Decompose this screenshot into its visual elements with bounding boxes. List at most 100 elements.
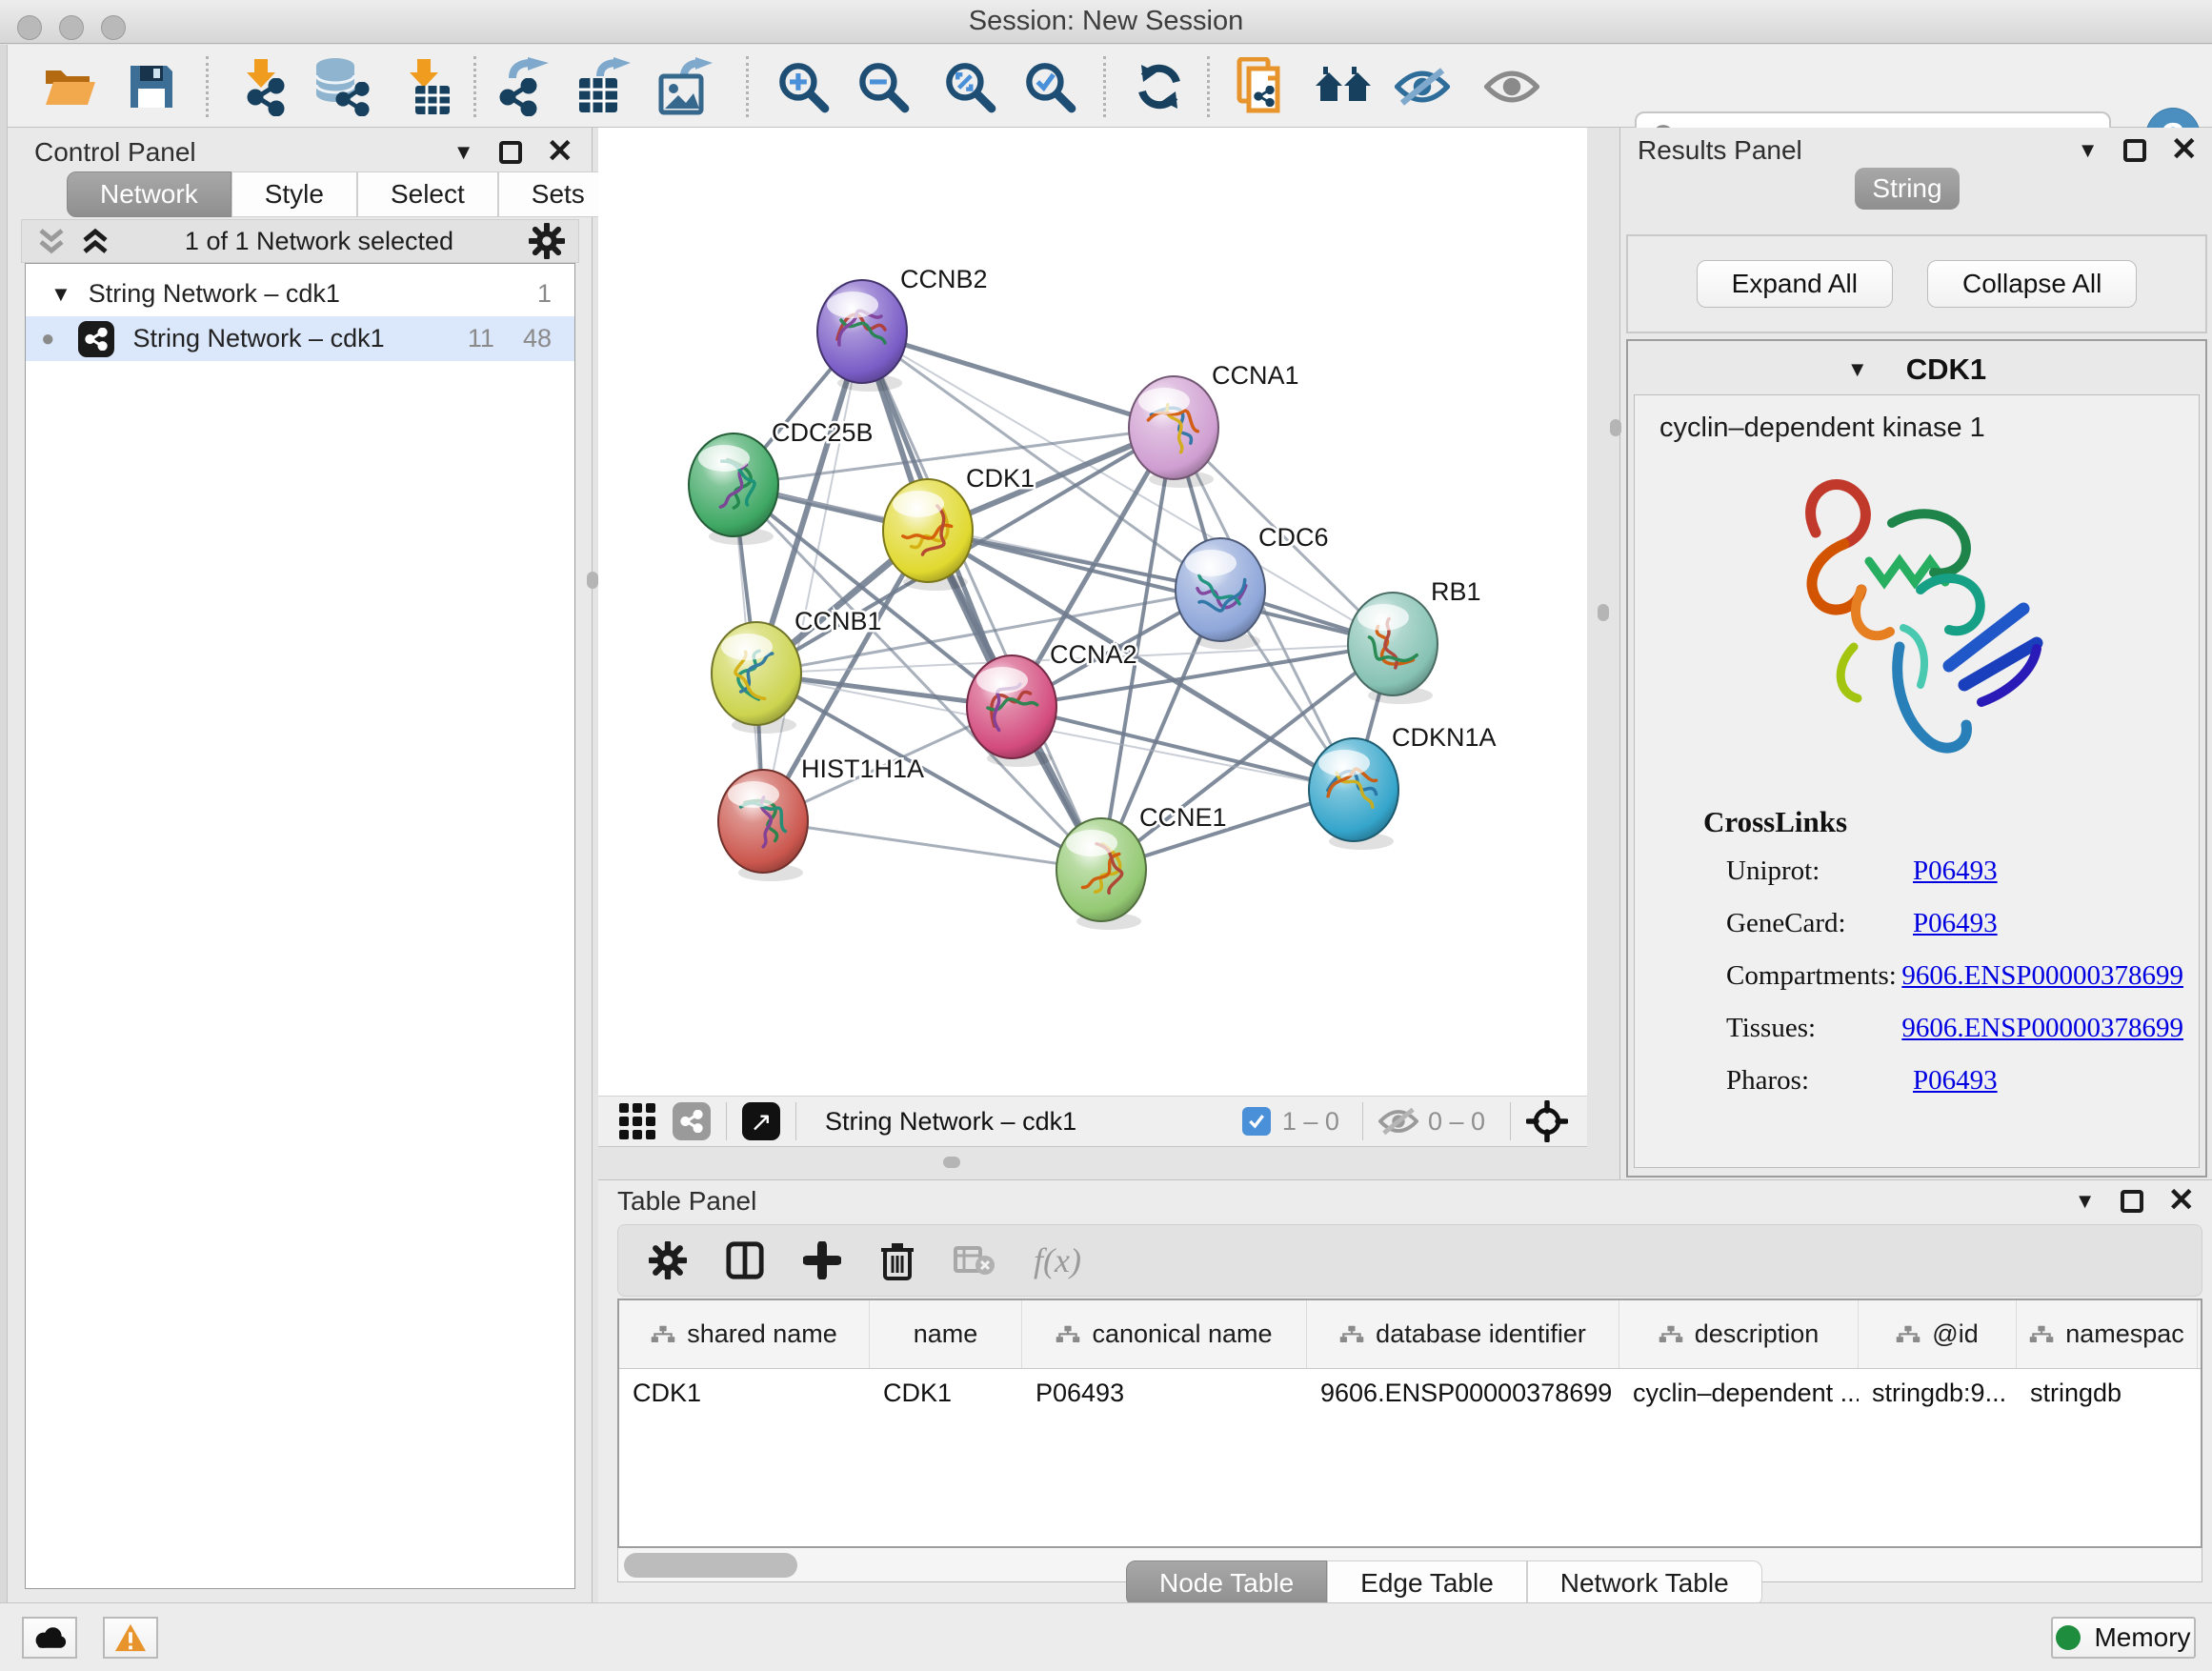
table-cell[interactable]: stringdb:9... [1859, 1369, 2017, 1417]
detach-view-icon[interactable]: ↗ [742, 1102, 780, 1140]
open-session-button[interactable] [40, 58, 99, 115]
network-view-canvas[interactable]: CCNB2CCNA1CDC25BCDK1CDC6RB1CCNB1CCNA2CDK… [598, 128, 1587, 1096]
first-neighbors-button[interactable] [1314, 58, 1373, 115]
network-options-gear-icon[interactable] [529, 223, 565, 259]
tab-network-table[interactable]: Network Table [1527, 1560, 1762, 1606]
table-cell[interactable]: cyclin–dependent ... [1619, 1369, 1859, 1417]
zoom-window-icon[interactable] [101, 15, 126, 40]
close-panel-icon[interactable]: ✕ [2171, 137, 2199, 163]
network-collection-row[interactable]: ▼ String Network – cdk1 1 [26, 272, 574, 316]
close-panel-icon[interactable]: ✕ [547, 139, 574, 165]
table-cell[interactable]: stringdb [2017, 1369, 2198, 1417]
network-node-ccna2[interactable]: CCNA2 [967, 640, 1137, 767]
crosslink-link[interactable]: P06493 [1913, 856, 1998, 887]
tab-edge-table[interactable]: Edge Table [1327, 1560, 1527, 1606]
delete-column-icon[interactable] [879, 1240, 915, 1280]
collection-expand-icon[interactable]: ▼ [50, 284, 71, 305]
network-node-ccnb1[interactable]: CCNB1 [712, 607, 882, 734]
hide-selected-button[interactable] [1393, 58, 1452, 115]
crosslink-link[interactable]: 9606.ENSP00000378699 [1901, 1013, 2183, 1044]
table-cell[interactable]: CDK1 [870, 1369, 1022, 1417]
table-options-gear-icon[interactable] [649, 1241, 687, 1279]
delete-table-icon[interactable] [954, 1244, 995, 1277]
column-header-namespac[interactable]: namespac [2017, 1300, 2198, 1368]
show-all-button[interactable] [1482, 58, 1541, 115]
column-header-shared-name[interactable]: shared name [619, 1300, 870, 1368]
network-overview-icon[interactable] [673, 1102, 711, 1140]
hidden-eye-slash-icon[interactable] [1378, 1106, 1418, 1137]
export-network-button[interactable] [493, 58, 553, 115]
export-table-button[interactable] [573, 58, 633, 115]
panel-menu-icon[interactable]: ▼ [2075, 1191, 2096, 1212]
zoom-fit-button[interactable] [940, 58, 999, 115]
column-header--id[interactable]: @id [1859, 1300, 2017, 1368]
zoom-out-button[interactable] [854, 58, 913, 115]
tab-node-table[interactable]: Node Table [1126, 1560, 1327, 1606]
save-session-button[interactable] [122, 58, 181, 115]
panel-menu-icon[interactable]: ▼ [453, 142, 474, 163]
show-grid-icon[interactable] [619, 1103, 655, 1139]
float-panel-icon[interactable] [499, 141, 522, 164]
import-network-file-button[interactable] [232, 58, 292, 115]
panel-divider[interactable] [1587, 128, 1619, 1179]
close-panel-icon[interactable]: ✕ [2168, 1188, 2196, 1214]
birds-eye-toggle-icon[interactable] [1526, 1100, 1568, 1142]
show-columns-icon[interactable] [725, 1240, 765, 1280]
network-node-cdc6[interactable]: CDC6 [1176, 523, 1329, 650]
column-header-database-identifier[interactable]: database identifier [1307, 1300, 1619, 1368]
network-edge[interactable] [862, 332, 1174, 428]
collapse-all-button[interactable]: Collapse All [1927, 260, 2137, 308]
zoom-selected-button[interactable] [1020, 58, 1079, 115]
panel-menu-icon[interactable]: ▼ [2078, 140, 2099, 161]
network-node-hist1h1a[interactable]: HIST1H1A [718, 755, 924, 881]
network-row[interactable]: ● String Network – cdk1 11 48 [26, 316, 574, 361]
warnings-button[interactable] [103, 1617, 158, 1659]
collapse-all-icon[interactable] [37, 227, 66, 255]
tab-string[interactable]: String [1855, 168, 1960, 210]
zoom-in-button[interactable] [774, 58, 833, 115]
entry-collapse-icon[interactable]: ▼ [1847, 359, 1868, 380]
traffic-lights[interactable] [17, 15, 126, 40]
selected-checkbox-icon[interactable] [1242, 1107, 1271, 1136]
network-edge[interactable] [1012, 707, 1354, 790]
close-window-icon[interactable] [17, 15, 42, 40]
gene-entry-header[interactable]: ▼ CDK1 [1628, 352, 2205, 387]
expand-all-button[interactable]: Expand All [1697, 260, 1893, 308]
import-table-button[interactable] [397, 58, 456, 115]
network-edge[interactable] [862, 332, 1101, 870]
node-table[interactable]: shared namenamecanonical namedatabase id… [617, 1299, 2202, 1548]
table-cell[interactable]: CDK1 [619, 1369, 870, 1417]
network-node-cdkn1a[interactable]: CDKN1A [1309, 723, 1497, 850]
table-row[interactable]: CDK1CDK1P064939606.ENSP00000378699cyclin… [619, 1369, 2201, 1417]
crosslink-link[interactable]: 9606.ENSP00000378699 [1901, 960, 2183, 992]
tab-style[interactable]: Style [231, 171, 357, 217]
float-panel-icon[interactable] [2121, 1190, 2143, 1213]
divider-handle[interactable] [1610, 419, 1621, 436]
divider-handle[interactable] [1598, 604, 1609, 621]
add-column-icon[interactable] [803, 1241, 841, 1279]
cloud-status-button[interactable] [22, 1617, 77, 1659]
column-header-name[interactable]: name [870, 1300, 1022, 1368]
table-cell[interactable]: 9606.ENSP00000378699 [1307, 1369, 1619, 1417]
column-header-description[interactable]: description [1619, 1300, 1859, 1368]
scrollbar-thumb[interactable] [624, 1553, 797, 1578]
divider-handle[interactable] [587, 572, 598, 589]
string-network-graph[interactable]: CCNB2CCNA1CDC25BCDK1CDC6RB1CCNB1CCNA2CDK… [598, 128, 1587, 1096]
expand-all-icon[interactable] [81, 227, 110, 255]
divider-handle[interactable] [943, 1157, 960, 1168]
table-cell[interactable]: P06493 [1022, 1369, 1307, 1417]
crosslink-link[interactable]: P06493 [1913, 908, 1998, 939]
tab-select[interactable]: Select [357, 171, 498, 217]
network-node-ccnb2[interactable]: CCNB2 [817, 265, 988, 392]
network-edge[interactable] [763, 821, 1101, 870]
network-node-rb1[interactable]: RB1 [1348, 577, 1481, 704]
crosslink-link[interactable]: P06493 [1913, 1065, 1998, 1097]
network-node-ccne1[interactable]: CCNE1 [1056, 803, 1227, 930]
network-node-cdc25b[interactable]: CDC25B [689, 418, 874, 545]
refresh-view-button[interactable] [1130, 58, 1189, 115]
export-image-button[interactable] [655, 58, 714, 115]
minimize-window-icon[interactable] [59, 15, 84, 40]
float-panel-icon[interactable] [2123, 139, 2146, 162]
import-network-database-button[interactable] [312, 58, 372, 115]
column-header-canonical-name[interactable]: canonical name [1022, 1300, 1307, 1368]
